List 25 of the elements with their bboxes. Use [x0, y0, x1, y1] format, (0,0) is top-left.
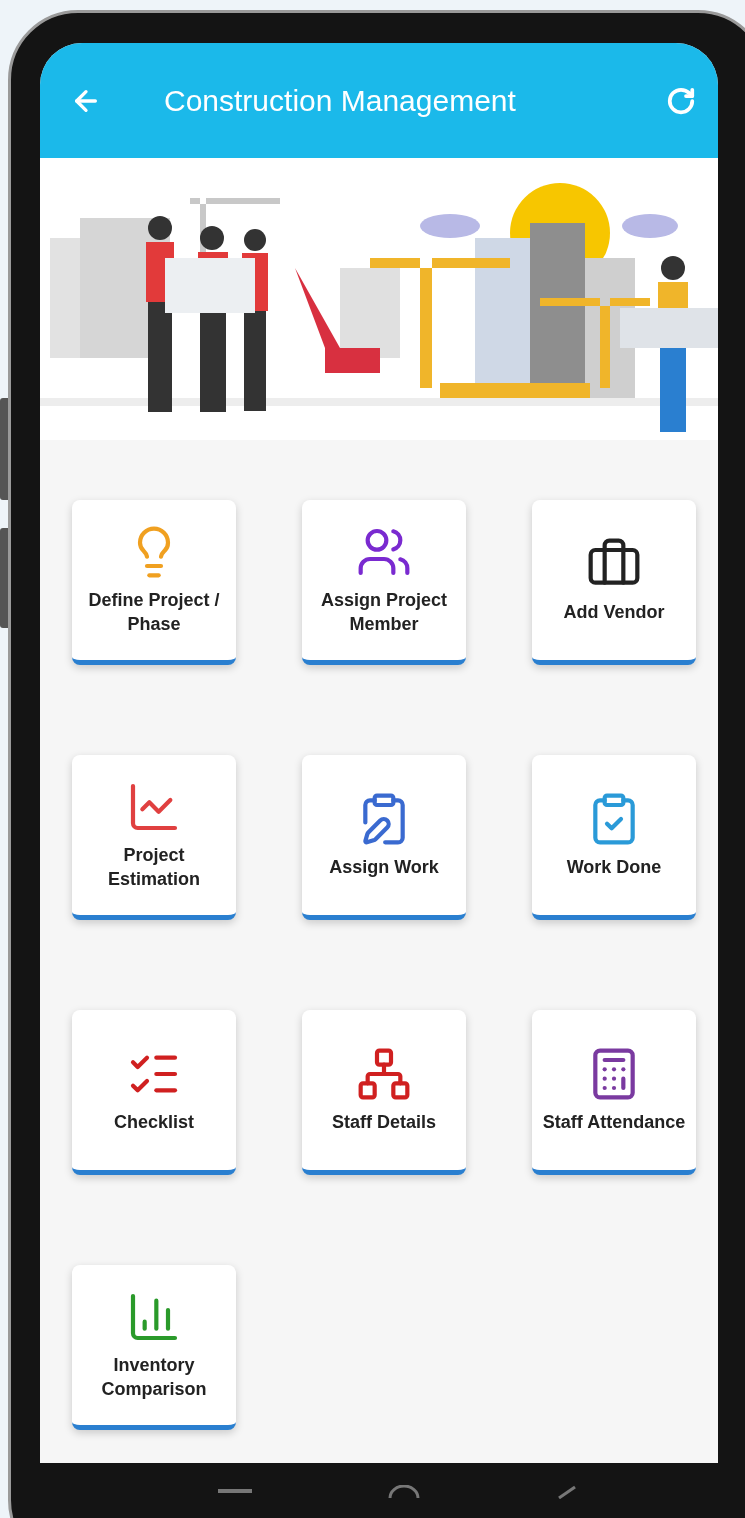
- back-nav-icon[interactable]: [556, 1485, 577, 1499]
- menu-tile[interactable]: Assign Project Member: [302, 500, 466, 665]
- header-title: Construction Management: [163, 83, 517, 118]
- tile-label: Assign Project Member: [319, 589, 448, 636]
- tile-label: Staff Attendance: [542, 1111, 686, 1134]
- tile-label: Define Project / Phase: [87, 589, 221, 636]
- tile-label: Inventory Comparison: [100, 1354, 208, 1401]
- menu-tile[interactable]: Staff Details: [302, 1010, 466, 1175]
- menu-tile[interactable]: Staff Attendance: [532, 1010, 696, 1175]
- menu-tile[interactable]: Define Project / Phase: [72, 500, 236, 665]
- menu-tile[interactable]: Work Done: [532, 755, 696, 920]
- tile-label: Staff Details: [332, 1111, 436, 1134]
- menu-tile[interactable]: Checklist: [72, 1010, 236, 1175]
- home-icon[interactable]: [388, 1485, 421, 1499]
- tile-label: Add Vendor: [563, 601, 665, 624]
- tile-label: Assign Work: [329, 856, 439, 879]
- menu-tile[interactable]: Inventory Comparison: [72, 1265, 236, 1430]
- menu-tile[interactable]: Project Estimation: [72, 755, 236, 920]
- menu-tile[interactable]: Assign Work: [302, 755, 466, 920]
- refresh-icon[interactable]: [666, 85, 696, 116]
- tile-label: Checklist: [113, 1111, 194, 1134]
- tile-label: Work Done: [566, 856, 662, 879]
- tile-label: Project Estimation: [107, 844, 201, 891]
- recent-apps-icon[interactable]: [218, 1489, 253, 1495]
- menu-tile[interactable]: Add Vendor: [532, 500, 696, 665]
